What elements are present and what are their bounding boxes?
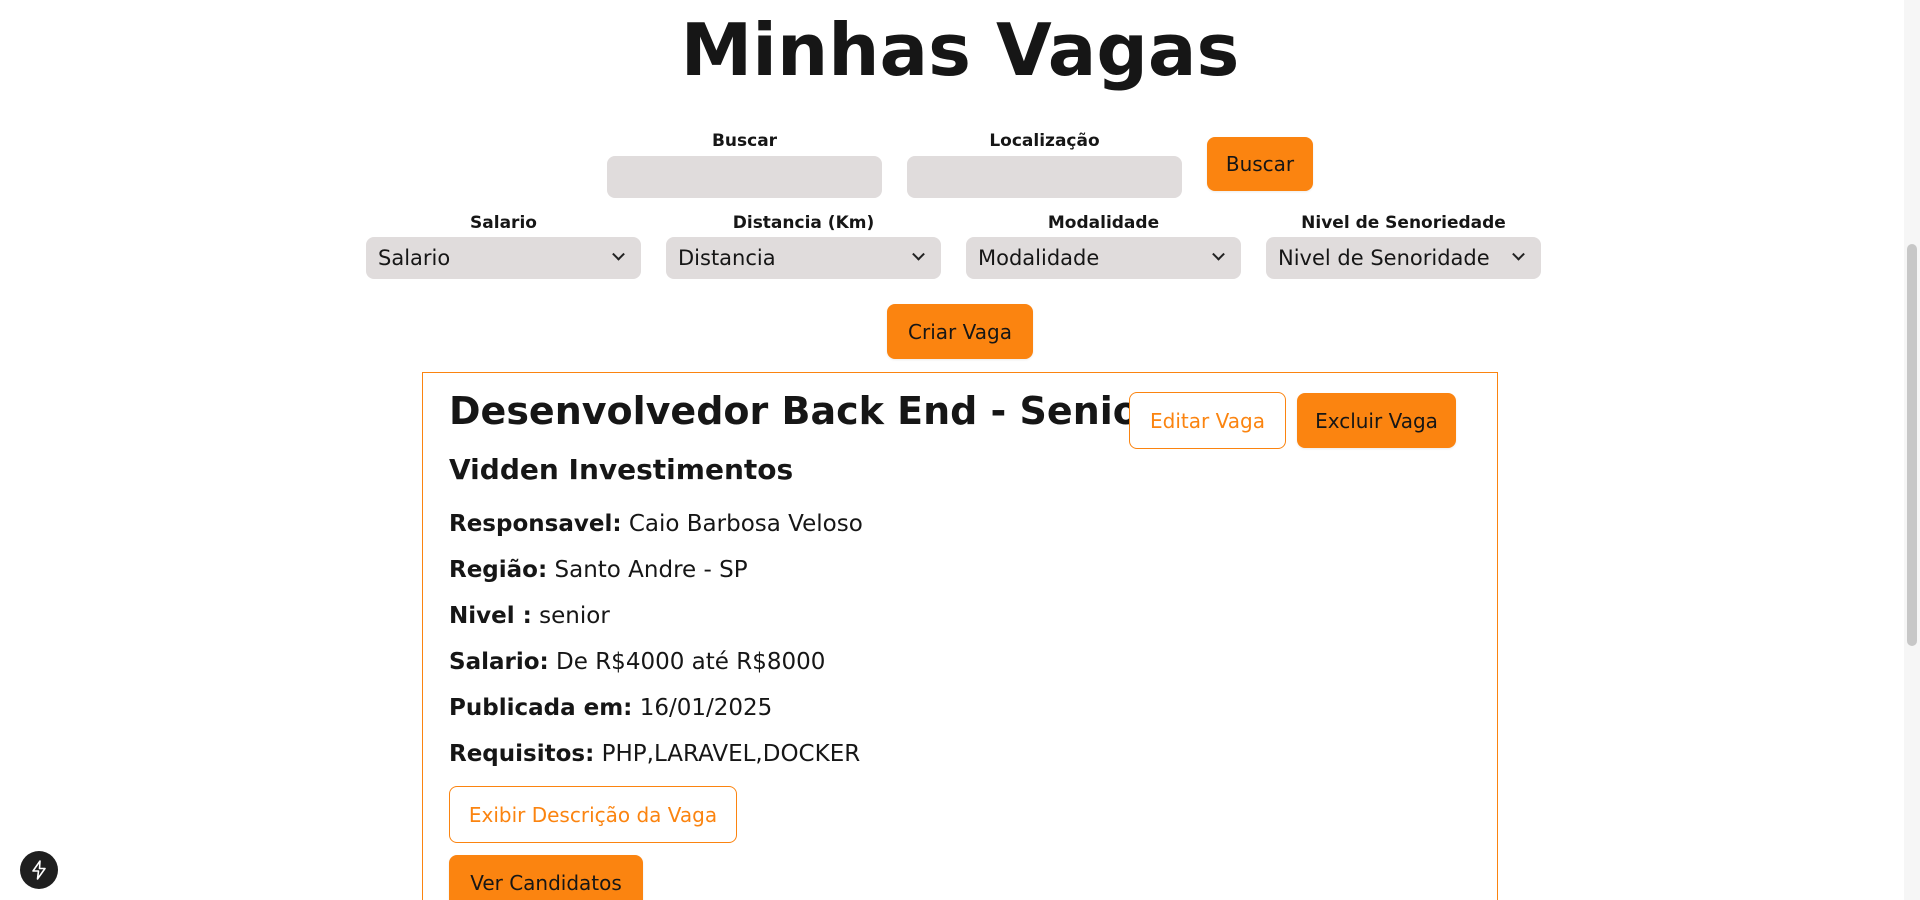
job-card: Desenvolvedor Back End - Senior Editar V… — [422, 372, 1498, 900]
requisitos-row: Requisitos: PHP,LARAVEL,DOCKER — [449, 741, 860, 767]
buscar-button[interactable]: Buscar — [1207, 137, 1313, 191]
lightning-bolt-glyph — [32, 860, 46, 880]
modalidade-select[interactable]: Modalidade — [966, 237, 1241, 279]
excluir-vaga-button[interactable]: Excluir Vaga — [1297, 393, 1456, 448]
scrollbar-track[interactable] — [1904, 0, 1920, 900]
senioridade-filter-label: Nivel de Senoriedade — [1301, 213, 1506, 233]
publicada-key: Publicada em: — [449, 695, 633, 721]
nivel-value: senior — [539, 603, 610, 629]
page: Minhas Vagas Buscar Localização Buscar S… — [0, 0, 1920, 900]
distancia-filter-label: Distancia (Km) — [732, 213, 875, 233]
scrollbar-thumb[interactable] — [1907, 244, 1917, 646]
exibir-descricao-button[interactable]: Exibir Descrição da Vaga — [449, 786, 737, 843]
responsavel-row: Responsavel: Caio Barbosa Veloso — [449, 511, 863, 537]
senioridade-select[interactable]: Nivel de Senoridade — [1266, 237, 1541, 279]
chevron-down-icon — [1512, 247, 1525, 261]
nivel-row: Nivel : senior — [449, 603, 610, 629]
regiao-key: Região: — [449, 557, 548, 583]
responsavel-key: Responsavel: — [449, 511, 622, 537]
criar-vaga-button[interactable]: Criar Vaga — [887, 304, 1033, 359]
distancia-select[interactable]: Distancia — [666, 237, 941, 279]
senioridade-select-value: Nivel de Senoridade — [1278, 246, 1490, 270]
company-name: Vidden Investimentos — [449, 453, 794, 486]
job-title: Desenvolvedor Back End - Senior — [449, 389, 1158, 433]
ver-candidatos-button[interactable]: Ver Candidatos — [449, 855, 643, 900]
page-title: Minhas Vagas — [680, 8, 1240, 92]
regiao-value: Santo Andre - SP — [554, 557, 748, 583]
modalidade-select-value: Modalidade — [978, 246, 1100, 270]
salario-select-value: Salario — [378, 246, 451, 270]
publicada-row: Publicada em: 16/01/2025 — [449, 695, 772, 721]
nivel-key: Nivel : — [449, 603, 532, 629]
requisitos-key: Requisitos: — [449, 741, 595, 767]
salario-key: Salario: — [449, 649, 549, 675]
salario-filter-label: Salario — [470, 213, 537, 233]
modalidade-filter-label: Modalidade — [1047, 213, 1160, 233]
salario-row: Salario: De R$4000 até R$8000 — [449, 649, 825, 675]
requisitos-value: PHP,LARAVEL,DOCKER — [601, 741, 861, 767]
chevron-down-icon — [912, 247, 925, 261]
responsavel-value: Caio Barbosa Veloso — [628, 511, 863, 537]
buscar-label: Buscar — [711, 131, 778, 151]
salario-select[interactable]: Salario — [366, 237, 641, 279]
distancia-select-value: Distancia — [678, 246, 776, 270]
editar-vaga-button[interactable]: Editar Vaga — [1129, 392, 1286, 449]
buscar-input[interactable] — [607, 156, 882, 198]
localizacao-input[interactable] — [907, 156, 1182, 198]
lightning-bolt-icon[interactable] — [20, 851, 58, 889]
chevron-down-icon — [1212, 247, 1225, 261]
chevron-down-icon — [612, 247, 625, 261]
regiao-row: Região: Santo Andre - SP — [449, 557, 748, 583]
salario-value: De R$4000 até R$8000 — [556, 649, 826, 675]
publicada-value: 16/01/2025 — [639, 695, 773, 721]
localizacao-label: Localização — [989, 131, 1100, 151]
